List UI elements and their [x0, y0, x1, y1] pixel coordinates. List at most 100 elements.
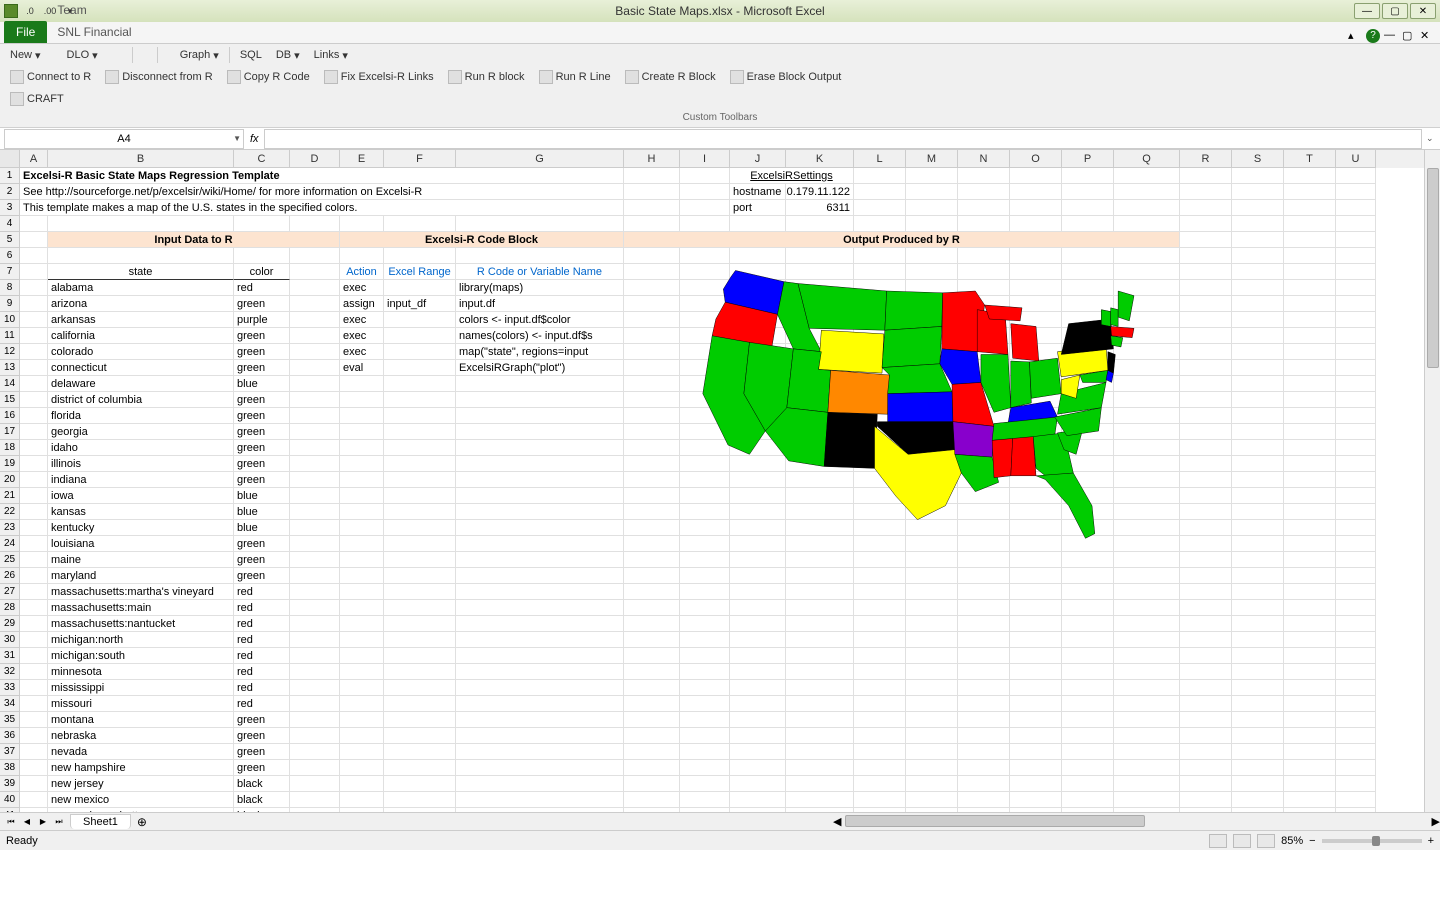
cell-B26[interactable]: maryland — [48, 568, 234, 584]
horizontal-scroll-thumb[interactable] — [845, 815, 1145, 827]
cell-R32[interactable] — [1180, 664, 1232, 680]
sheet-nav-first[interactable]: ⏮ — [4, 815, 18, 829]
cell-N41[interactable] — [958, 808, 1010, 812]
cell-U10[interactable] — [1336, 312, 1376, 328]
cell-A36[interactable] — [20, 728, 48, 744]
cell-E38[interactable] — [340, 760, 384, 776]
row-header-16[interactable]: 16 — [0, 408, 20, 424]
cell-E20[interactable] — [340, 472, 384, 488]
cell-J31[interactable] — [730, 648, 786, 664]
cell-U39[interactable] — [1336, 776, 1376, 792]
cell-I32[interactable] — [680, 664, 730, 680]
cell-A10[interactable] — [20, 312, 48, 328]
cell-E36[interactable] — [340, 728, 384, 744]
cell-R13[interactable] — [1180, 360, 1232, 376]
cell-E12[interactable]: exec — [340, 344, 384, 360]
cell-C13[interactable]: green — [234, 360, 290, 376]
zoom-slider[interactable] — [1322, 839, 1422, 843]
cell-S3[interactable] — [1232, 200, 1284, 216]
cell-B9[interactable]: arizona — [48, 296, 234, 312]
cell-M38[interactable] — [906, 760, 958, 776]
cell-U36[interactable] — [1336, 728, 1376, 744]
cell-J32[interactable] — [730, 664, 786, 680]
cell-B27[interactable]: massachusetts:martha's vineyard — [48, 584, 234, 600]
cell-R24[interactable] — [1180, 536, 1232, 552]
col-header-C[interactable]: C — [234, 150, 290, 168]
cell-C29[interactable]: red — [234, 616, 290, 632]
cell-M29[interactable] — [906, 616, 958, 632]
row-header-36[interactable]: 36 — [0, 728, 20, 744]
cell-J39[interactable] — [730, 776, 786, 792]
cell-T20[interactable] — [1284, 472, 1336, 488]
cell-T5[interactable] — [1284, 232, 1336, 248]
cell-U15[interactable] — [1336, 392, 1376, 408]
cell-B21[interactable]: iowa — [48, 488, 234, 504]
cell-F21[interactable] — [384, 488, 456, 504]
name-box[interactable]: A4 ▼ — [4, 129, 244, 149]
cell-S28[interactable] — [1232, 600, 1284, 616]
cell-K31[interactable] — [786, 648, 854, 664]
cell-U18[interactable] — [1336, 440, 1376, 456]
cell-A31[interactable] — [20, 648, 48, 664]
cell-K25[interactable] — [786, 552, 854, 568]
col-header-J[interactable]: J — [730, 150, 786, 168]
cell-T34[interactable] — [1284, 696, 1336, 712]
row-header-1[interactable]: 1 — [0, 168, 20, 184]
cell-F23[interactable] — [384, 520, 456, 536]
cell-R10[interactable] — [1180, 312, 1232, 328]
cell-E27[interactable] — [340, 584, 384, 600]
col-header-O[interactable]: O — [1010, 150, 1062, 168]
cell-S36[interactable] — [1232, 728, 1284, 744]
cell-I31[interactable] — [680, 648, 730, 664]
cell-J40[interactable] — [730, 792, 786, 808]
cell-F25[interactable] — [384, 552, 456, 568]
cell-R21[interactable] — [1180, 488, 1232, 504]
cell-I39[interactable] — [680, 776, 730, 792]
row-header-23[interactable]: 23 — [0, 520, 20, 536]
cell-E37[interactable] — [340, 744, 384, 760]
cell-D20[interactable] — [290, 472, 340, 488]
cell-A33[interactable] — [20, 680, 48, 696]
cell-Q1[interactable] — [1114, 168, 1180, 184]
cell-N38[interactable] — [958, 760, 1010, 776]
cell-U8[interactable] — [1336, 280, 1376, 296]
cell-K36[interactable] — [786, 728, 854, 744]
cell-R9[interactable] — [1180, 296, 1232, 312]
cell-H30[interactable] — [624, 632, 680, 648]
cell-I35[interactable] — [680, 712, 730, 728]
cell-F11[interactable] — [384, 328, 456, 344]
cell-G41[interactable] — [456, 808, 624, 812]
cell-A2[interactable]: See http://sourceforge.net/p/excelsir/wi… — [20, 184, 624, 200]
cell-P39[interactable] — [1062, 776, 1114, 792]
row-header-37[interactable]: 37 — [0, 744, 20, 760]
cell-S1[interactable] — [1232, 168, 1284, 184]
cell-F19[interactable] — [384, 456, 456, 472]
cell-D27[interactable] — [290, 584, 340, 600]
cell-A21[interactable] — [20, 488, 48, 504]
col-header-M[interactable]: M — [906, 150, 958, 168]
cell-A17[interactable] — [20, 424, 48, 440]
cell-U28[interactable] — [1336, 600, 1376, 616]
cell-C30[interactable]: red — [234, 632, 290, 648]
cell-J1[interactable]: ExcelsiRSettings — [730, 168, 854, 184]
cell-I34[interactable] — [680, 696, 730, 712]
cell-S25[interactable] — [1232, 552, 1284, 568]
cell-I28[interactable] — [680, 600, 730, 616]
cell-E31[interactable] — [340, 648, 384, 664]
cell-D26[interactable] — [290, 568, 340, 584]
cell-R14[interactable] — [1180, 376, 1232, 392]
cell-H34[interactable] — [624, 696, 680, 712]
cell-C16[interactable]: green — [234, 408, 290, 424]
cell-K40[interactable] — [786, 792, 854, 808]
cell-F9[interactable]: input_df — [384, 296, 456, 312]
cell-G8[interactable]: library(maps) — [456, 280, 624, 296]
cell-M39[interactable] — [906, 776, 958, 792]
cell-I3[interactable] — [680, 200, 730, 216]
cell-D17[interactable] — [290, 424, 340, 440]
cell-A7[interactable] — [20, 264, 48, 280]
cell-J41[interactable] — [730, 808, 786, 812]
cell-E9[interactable]: assign — [340, 296, 384, 312]
cell-O40[interactable] — [1010, 792, 1062, 808]
cell-G39[interactable] — [456, 776, 624, 792]
cell-T9[interactable] — [1284, 296, 1336, 312]
